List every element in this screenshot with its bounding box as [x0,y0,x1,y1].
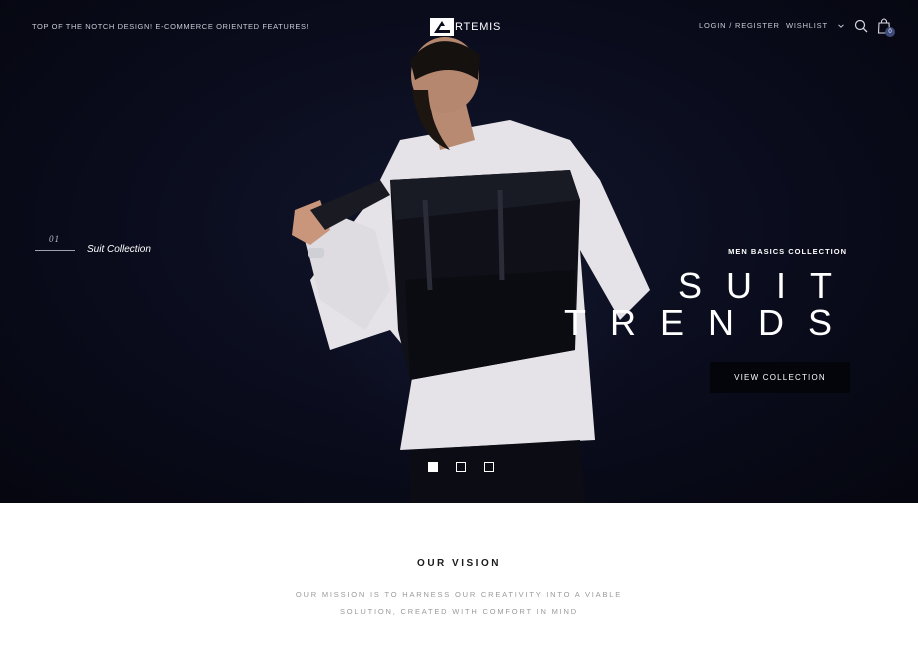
slider-pagination [428,462,494,472]
hero-slider: TOP OF THE NOTCH DESIGN! E-COMMERCE ORIE… [0,0,918,503]
cart-count-badge: 0 [885,27,895,37]
slider-dot-1[interactable] [428,462,438,472]
login-register-link[interactable]: LOGIN / REGISTER [699,21,780,30]
slider-dot-3[interactable] [484,462,494,472]
hero-headline-line1: SUIT [677,265,856,306]
site-logo[interactable]: RTEMIS [430,17,501,37]
slide-indicator-line [35,250,75,251]
header-tagline: TOP OF THE NOTCH DESIGN! E-COMMERCE ORIE… [32,22,310,31]
slider-dot-2[interactable] [456,462,466,472]
vision-text-line1: OUR MISSION IS TO HARNESS OUR CREATIVITY… [295,590,623,599]
vision-title: OUR VISION [417,558,501,569]
search-icon[interactable] [854,19,868,33]
chevron-down-icon [837,24,844,28]
hero-model-image [280,37,670,503]
wishlist-menu[interactable]: WISHLIST [786,21,845,30]
hero-headline-line2: TRENDS [563,302,856,343]
logo-text: RTEMIS [455,21,502,33]
top-navigation-bar: TOP OF THE NOTCH DESIGN! E-COMMERCE ORIE… [0,0,918,54]
hero-kicker: MEN BASICS COLLECTION [728,247,847,256]
logo-mark-icon [430,18,454,36]
slide-title[interactable]: Suit Collection [87,244,151,255]
wishlist-label: WISHLIST [786,21,828,30]
view-collection-button[interactable]: VIEW COLLECTION [710,362,850,393]
slide-number: 01 [49,234,60,244]
vision-text-line2: SOLUTION, CREATED WITH COMFORT IN MIND [340,607,578,616]
